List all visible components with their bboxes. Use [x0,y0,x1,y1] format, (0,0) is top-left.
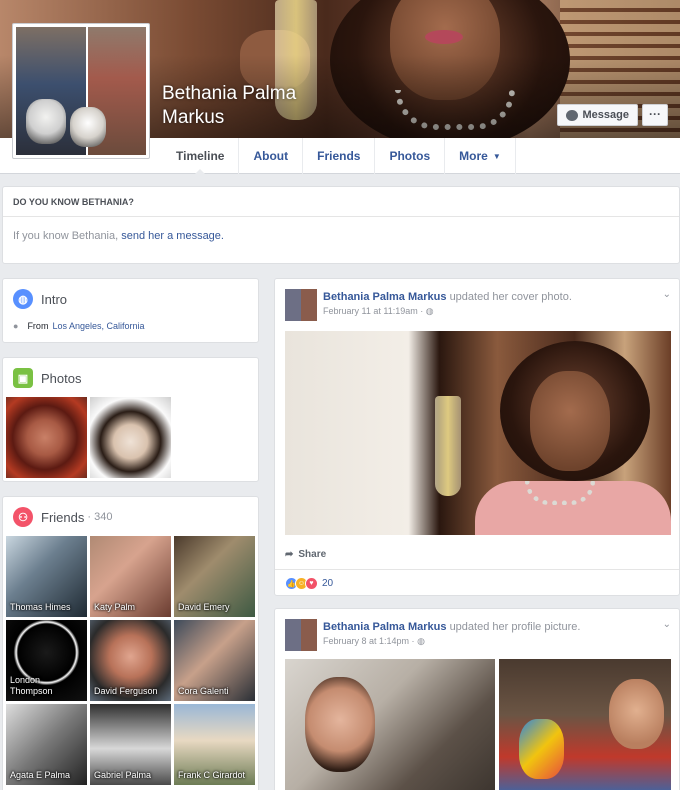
post-timestamp[interactable]: February 8 at 1:14pm · [323,636,415,646]
post-author-link[interactable]: Bethania Palma Markus [323,291,447,303]
friend-name: Frank C Girardot [178,770,246,780]
friend-tile[interactable]: London Thompson [6,620,87,701]
know-body: If you know Bethania, send her a message… [13,230,224,242]
messenger-icon [565,109,578,121]
friend-name: London Thompson [10,675,53,696]
more-options-button[interactable]: ··· [642,104,668,126]
photos-card: ▣ Photos [2,357,259,482]
post-author-link[interactable]: Bethania Palma Markus [323,621,447,633]
know-heading: DO YOU KNOW BETHANIA? [3,187,679,217]
post-avatar[interactable] [285,289,317,321]
message-button[interactable]: Message [556,104,638,126]
post-action: updated her profile picture. [449,621,581,633]
share-button[interactable]: ➦ Share [285,549,326,560]
know-person-card: DO YOU KNOW BETHANIA? If you know Bethan… [2,186,680,264]
photo-thumbnail[interactable] [90,397,171,478]
friend-name: David Ferguson [94,686,158,696]
friend-name: Cora Galenti [178,686,229,696]
timeline-post: Bethania Palma Markus updated her cover … [274,278,680,596]
tab-about[interactable]: About [238,138,302,174]
friend-tile[interactable]: Katy Palm [90,536,171,617]
reaction-count: 20 [322,578,334,589]
friend-tile[interactable]: Gabriel Palma [90,704,171,785]
friends-icon: ⚇ [13,507,33,527]
friend-name: Agata E Palma [10,770,71,780]
globe-icon: ◍ [13,289,33,309]
profile-picture-image[interactable] [285,659,671,790]
friends-count: · 340 [87,511,113,523]
photo-thumbnail[interactable] [6,397,87,478]
friend-tile[interactable]: Agata E Palma [6,704,87,785]
friend-name: Gabriel Palma [94,770,152,780]
dog-image [26,99,66,144]
globe-icon: ◍ [417,636,425,646]
photos-icon: ▣ [13,368,33,388]
globe-icon: ◍ [425,306,434,316]
reactions-summary[interactable]: 👍 ☺ ♥ 20 [285,577,333,590]
tab-friends[interactable]: Friends [302,138,374,174]
dog-image [70,107,106,147]
post-avatar[interactable] [285,619,317,651]
intro-card: ◍ Intro ● From Los Angeles, California [2,278,259,343]
cover-photo-image[interactable] [285,331,671,535]
tab-timeline[interactable]: Timeline [162,138,238,175]
photos-title[interactable]: Photos [41,371,81,386]
friends-card: ⚇ Friends · 340 Thomas Himes Katy Palm D… [2,496,259,790]
hometown-link[interactable]: Los Angeles, California [52,321,144,331]
send-message-link[interactable]: send her a message. [121,230,224,242]
cover-actions: Message ··· [556,104,668,126]
caret-down-icon: ▼ [492,151,501,161]
timeline-post: Bethania Palma Markus updated her profil… [274,608,680,790]
friends-title[interactable]: Friends [41,510,84,525]
profile-name[interactable]: Bethania Palma Markus [162,82,322,130]
chevron-down-icon[interactable]: ⌄ [663,619,671,630]
tab-more[interactable]: More ▼ [444,138,516,174]
chevron-down-icon[interactable]: ⌄ [663,289,671,300]
friend-name: David Emery [178,602,230,612]
share-arrow-icon: ➦ [285,549,294,560]
friend-name: Thomas Himes [10,602,71,612]
friend-tile[interactable]: Frank C Girardot [174,704,255,785]
post-action: updated her cover photo. [449,291,572,303]
friend-name: Katy Palm [94,602,136,612]
friend-tile[interactable]: David Ferguson [90,620,171,701]
friend-tile[interactable]: Thomas Himes [6,536,87,617]
intro-title: Intro [41,291,68,307]
post-timestamp[interactable]: February 11 at 11:19am · [323,306,423,316]
location-pin-icon: ● [13,321,19,331]
friend-tile[interactable]: Cora Galenti [174,620,255,701]
profile-picture[interactable] [12,23,150,159]
message-label: Message [582,109,629,121]
tab-photos[interactable]: Photos [374,138,444,174]
friend-tile[interactable]: David Emery [174,536,255,617]
love-reaction-icon: ♥ [305,577,318,590]
